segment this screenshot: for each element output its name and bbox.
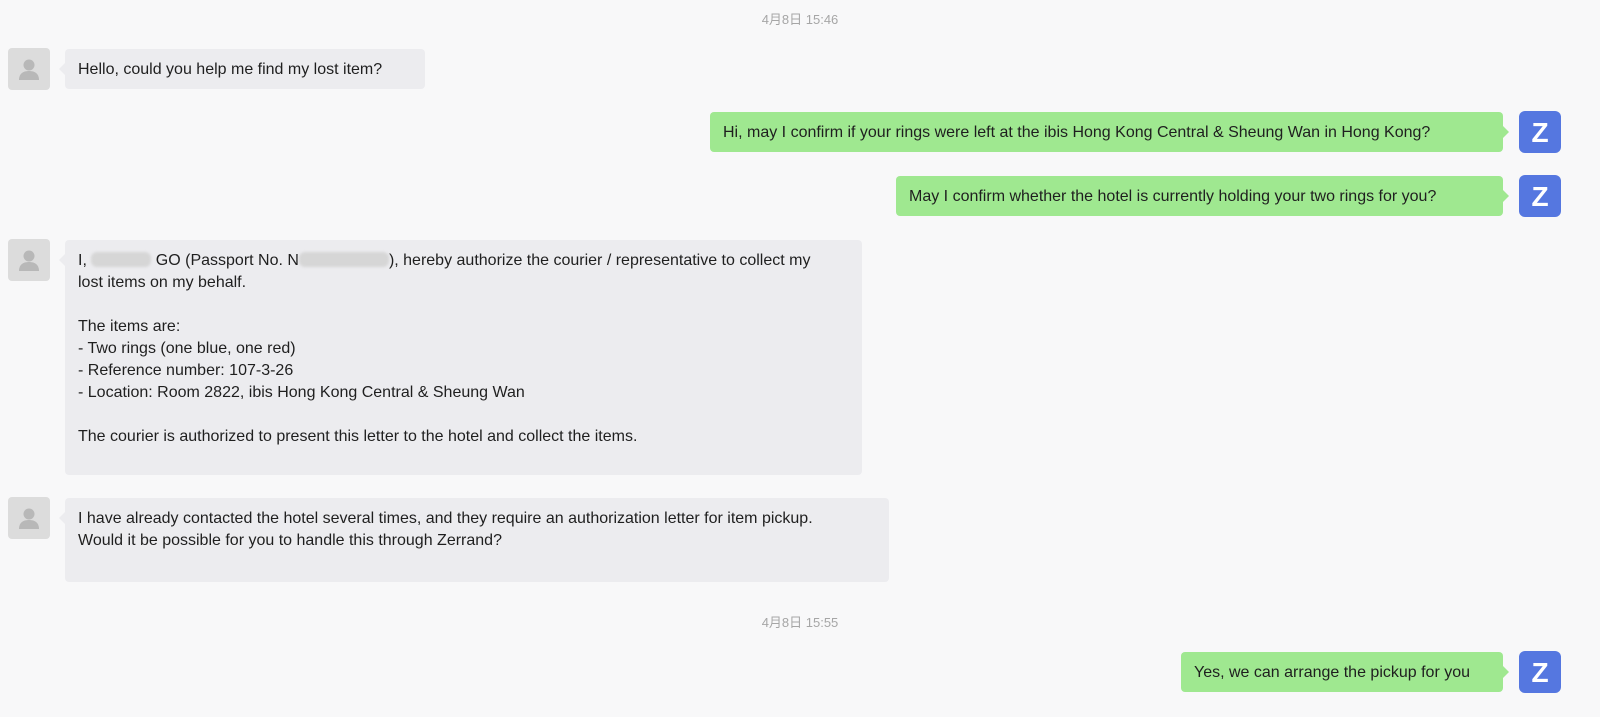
svg-text:Z: Z: [1531, 117, 1548, 147]
agent-avatar[interactable]: Z: [1519, 651, 1561, 693]
message-bubble-authorization-letter[interactable]: I, GO (Passport No. N ), hereby authorize…: [59, 240, 862, 475]
z-logo-icon: Z: [1531, 181, 1548, 211]
person-silhouette-icon: [19, 59, 39, 80]
letter-text: I,: [78, 252, 92, 269]
user-avatar[interactable]: [8, 497, 50, 539]
letter-line-2: lost items on my behalf.: [78, 274, 247, 291]
message-bubble-user-3[interactable]: I have already contacted the hotel sever…: [59, 498, 889, 582]
svg-text:Z: Z: [1531, 181, 1548, 211]
user-avatar[interactable]: [8, 48, 50, 90]
agent-avatar[interactable]: Z: [1519, 111, 1561, 153]
message-bubble-agent-2[interactable]: May I confirm whether the hotel is curre…: [896, 176, 1509, 216]
timestamp-2: 4月8日 15:55: [761, 615, 839, 630]
z-logo-icon: Z: [1531, 117, 1548, 147]
redacted-passport-number: [298, 252, 389, 267]
message-line-1: I have already contacted the hotel sever…: [78, 510, 813, 527]
letter-line-3: The items are:: [78, 318, 181, 335]
message-bubble-agent-3[interactable]: Yes, we can arrange the pickup for you: [1181, 652, 1509, 692]
letter-line-4: - Two rings (one blue, one red): [78, 340, 296, 357]
message-bubble-agent-1[interactable]: Hi, may I confirm if your rings were lef…: [710, 112, 1509, 152]
letter-line-1: I, GO (Passport No. N ), hereby authorize…: [78, 250, 849, 272]
person-silhouette-icon: [19, 508, 39, 529]
letter-line-5: - Reference number: 107-3-26: [78, 362, 294, 379]
letter-text: GO (Passport No. N: [151, 252, 299, 269]
timestamp-1: 4月8日 15:46: [761, 12, 839, 27]
agent-avatar[interactable]: Z: [1519, 175, 1561, 217]
letter-line-7: The courier is authorized to present thi…: [78, 428, 638, 445]
message-line-2: Would it be possible for you to handle t…: [78, 532, 502, 549]
person-silhouette-icon: [19, 250, 39, 271]
user-avatar[interactable]: [8, 239, 50, 281]
z-logo-icon: Z: [1531, 657, 1548, 687]
message-bubble-user-1[interactable]: Hello, could you help me find my lost it…: [59, 49, 425, 89]
letter-text: ), hereby authorize the courier / repres…: [388, 252, 811, 269]
chat-thread: 4月8日 15:46 Hello, could you help me find…: [0, 0, 1600, 717]
svg-text:Z: Z: [1531, 657, 1548, 687]
letter-line-6: - Location: Room 2822, ibis Hong Kong Ce…: [78, 384, 525, 401]
redacted-name: [91, 252, 152, 267]
